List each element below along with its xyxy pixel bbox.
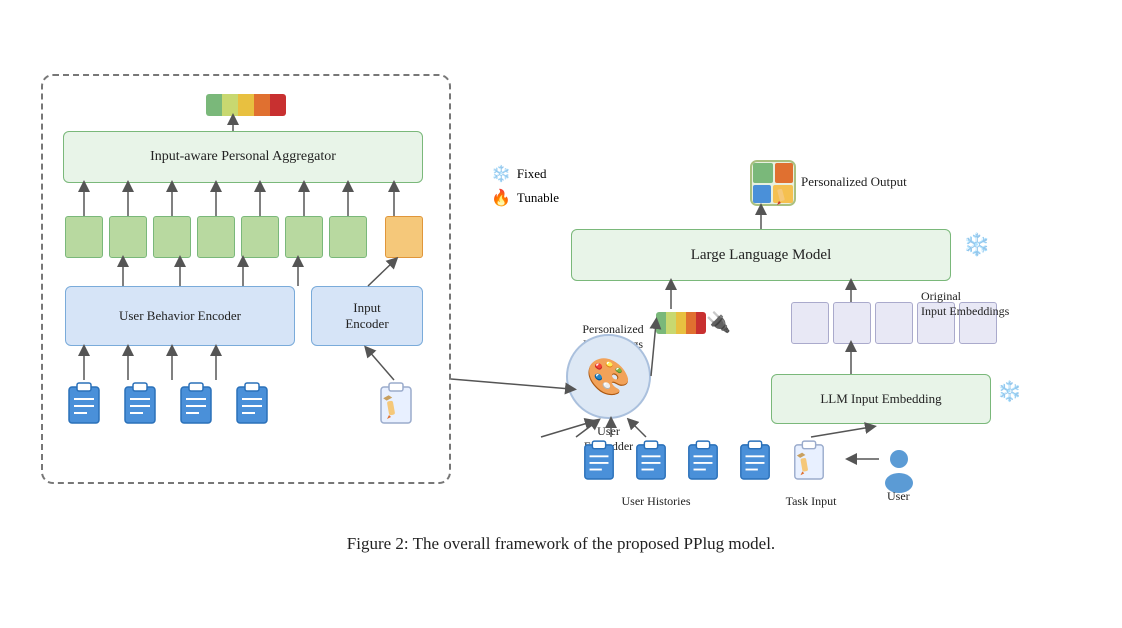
- cb-seg1: [656, 312, 666, 334]
- aggregator-box: Input-aware Personal Aggregator: [63, 131, 423, 183]
- legend-fixed: ❄️ Fixed: [491, 164, 559, 184]
- task-input-label: Task Input: [771, 494, 851, 509]
- plug-icon: 🔌: [706, 310, 731, 335]
- embed-block-5: [241, 216, 279, 258]
- embed-block-6: [285, 216, 323, 258]
- embed-block-orange: [385, 216, 423, 258]
- palette-icon: 🎨: [586, 356, 631, 398]
- color-seg-yellow-green: [222, 94, 238, 116]
- clipboard-row-right: [581, 439, 773, 483]
- llm-snowflake-right: ❄️: [963, 232, 990, 258]
- clipboard-icon-4: [233, 381, 271, 427]
- output-label: Personalized Output: [801, 174, 907, 190]
- orig-embed-label: Original Input Embeddings: [921, 289, 1011, 319]
- cb-seg2: [666, 312, 676, 334]
- behavior-encoder-label: User Behavior Encoder: [119, 308, 241, 324]
- figure-caption: Figure 2: The overall framework of the p…: [31, 534, 1091, 554]
- behavior-encoder-box: User Behavior Encoder: [65, 286, 295, 346]
- llm-input-label: LLM Input Embedding: [820, 391, 941, 407]
- color-seg-red: [270, 94, 286, 116]
- clipboard-icon-1: [65, 381, 103, 427]
- fixed-label: Fixed: [517, 166, 547, 182]
- tunable-label: Tunable: [517, 190, 559, 206]
- figure-area: Input-aware Personal Aggregator User Beh…: [31, 44, 1091, 524]
- embed-block-1: [65, 216, 103, 258]
- tunable-icon: 🔥: [491, 188, 511, 208]
- user-histories-label: User Histories: [596, 494, 716, 509]
- llm-label: Large Language Model: [691, 247, 832, 264]
- orig-embed-2: [833, 302, 871, 344]
- output-icon: [749, 159, 797, 212]
- legend: ❄️ Fixed 🔥 Tunable: [491, 164, 559, 208]
- clipboard-icon-3: [177, 381, 215, 427]
- right-panel: ❄️ Fixed 🔥 Tunable: [481, 44, 1091, 524]
- clipboard-icon-2: [121, 381, 159, 427]
- edit-icon-left: [377, 381, 415, 427]
- embed-block-2: [109, 216, 147, 258]
- orig-embed-3: [875, 302, 913, 344]
- input-encoder-box: Input Encoder: [311, 286, 423, 346]
- color-bar-left: [206, 94, 286, 116]
- llm-input-box: LLM Input Embedding: [771, 374, 991, 424]
- clipboard-r-2: [633, 439, 669, 483]
- edit-icon-right: [791, 439, 827, 491]
- cb-seg4: [686, 312, 696, 334]
- left-panel: Input-aware Personal Aggregator User Beh…: [41, 74, 451, 484]
- spacer: [373, 216, 379, 258]
- embed-row-left: [65, 216, 423, 258]
- user-label: User: [887, 489, 910, 504]
- clipboard-r-4: [737, 439, 773, 483]
- aggregator-label: Input-aware Personal Aggregator: [150, 149, 336, 165]
- embed-block-4: [197, 216, 235, 258]
- color-seg-green: [206, 94, 222, 116]
- color-seg-orange: [254, 94, 270, 116]
- llm-input-snowflake: ❄️: [997, 379, 1022, 404]
- cb-seg3: [676, 312, 686, 334]
- embed-block-3: [153, 216, 191, 258]
- clipboard-r-3: [685, 439, 721, 483]
- color-seg-yellow: [238, 94, 254, 116]
- color-bar-right: [656, 312, 706, 334]
- orig-embed-1: [791, 302, 829, 344]
- llm-box: Large Language Model: [571, 229, 951, 281]
- fixed-icon: ❄️: [491, 164, 511, 184]
- cb-seg5: [696, 312, 706, 334]
- diagram-container: Input-aware Personal Aggregator User Beh…: [31, 44, 1091, 584]
- clipboard-r-1: [581, 439, 617, 483]
- user-embedder-circle: 🎨: [566, 334, 651, 419]
- clipboard-row-left: [65, 381, 271, 427]
- embed-block-7: [329, 216, 367, 258]
- input-encoder-label: Input Encoder: [345, 300, 388, 332]
- legend-tunable: 🔥 Tunable: [491, 188, 559, 208]
